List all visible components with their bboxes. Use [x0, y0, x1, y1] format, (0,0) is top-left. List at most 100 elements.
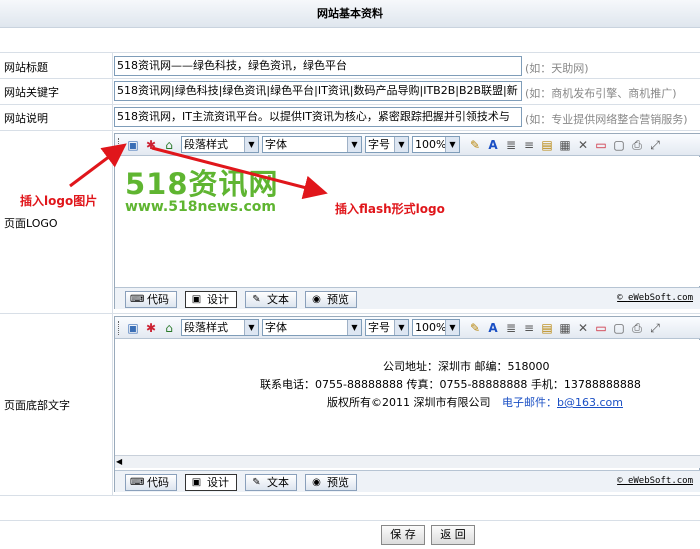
font-size-select[interactable]: 字号 ▼	[365, 319, 409, 336]
zoom-select[interactable]: 100% ▼	[412, 319, 460, 336]
logo-image-url: www.518news.com	[125, 199, 276, 215]
font-size-value: 字号	[368, 138, 390, 151]
text-mode-icon: ✎	[252, 294, 261, 305]
tools-icon[interactable]: ✕	[575, 320, 591, 336]
preview-mode-button[interactable]: ◉ 预览	[305, 291, 357, 308]
insert-flash-icon[interactable]: ✱	[143, 320, 159, 336]
edit-table-icon[interactable]: ✎	[467, 320, 483, 336]
fullscreen-icon[interactable]: ⤢	[647, 137, 663, 153]
save-button[interactable]: 保 存	[381, 525, 425, 545]
logo-editor: ▣ ✱ ⌂ 段落样式 ▼ 字体 ▼ 字号 ▼ 100% ▼ ✎ A ≣ ≡ ▤ ▦ ✕ …	[114, 133, 700, 309]
back-button[interactable]: 返 回	[431, 525, 475, 545]
insert-media-icon[interactable]: ⌂	[161, 320, 177, 336]
zoom-select[interactable]: 100% ▼	[412, 136, 460, 153]
properties-icon[interactable]: ▦	[557, 137, 573, 153]
site-title-input[interactable]: 518资讯网——绿色科技，绿色资讯，绿色平台	[114, 56, 522, 76]
scroll-left-icon[interactable]: ◀	[116, 457, 126, 467]
horizontal-rule-icon[interactable]: ▭	[593, 320, 609, 336]
footer-editor-toolbar: ▣ ✱ ⌂ 段落样式 ▼ 字体 ▼ 字号 ▼ 100% ▼ ✎ A ≣ ≡ ▤ ▦ ✕ …	[115, 317, 700, 339]
design-mode-label: 设计	[207, 476, 229, 489]
footer-editor-hscrollbar[interactable]: ◀	[115, 455, 700, 468]
chevron-down-icon: ▼	[394, 320, 408, 335]
logo-editor-toolbar: ▣ ✱ ⌂ 段落样式 ▼ 字体 ▼ 字号 ▼ 100% ▼ ✎ A ≣ ≡ ▤ ▦ ✕ …	[115, 134, 700, 156]
footer-email-link[interactable]: b@163.com	[557, 396, 623, 409]
design-mode-button[interactable]: ▣ 设计	[185, 474, 237, 491]
row-divider	[0, 520, 700, 521]
font-select[interactable]: 字体 ▼	[262, 136, 362, 153]
footer-contact-line: 联系电话：0755-88888888 传真：0755-88888888 手机：1…	[260, 378, 641, 391]
font-size-select[interactable]: 字号 ▼	[365, 136, 409, 153]
font-value: 字体	[265, 321, 287, 334]
insert-flash-icon[interactable]: ✱	[143, 137, 159, 153]
page-header: 网站基本资料	[0, 0, 700, 28]
window-icon[interactable]: ▢	[611, 320, 627, 336]
format-icon[interactable]: ≡	[521, 137, 537, 153]
tools-icon[interactable]: ✕	[575, 137, 591, 153]
code-mode-button[interactable]: ⌨ 代码	[125, 291, 177, 308]
site-keywords-input[interactable]: 518资讯网|绿色科技|绿色资讯|绿色平台|IT资讯|数码产品导购|ITB2B|…	[114, 81, 522, 101]
text-mode-button[interactable]: ✎ 文本	[245, 474, 297, 491]
chevron-down-icon: ▼	[244, 320, 258, 335]
chevron-down-icon: ▼	[347, 320, 361, 335]
footer-editor: ▣ ✱ ⌂ 段落样式 ▼ 字体 ▼ 字号 ▼ 100% ▼ ✎ A ≣ ≡ ▤ ▦ ✕ …	[114, 316, 700, 492]
logo-editor-content[interactable]: 518资讯网 www.518news.com	[115, 157, 700, 286]
text-mode-button[interactable]: ✎ 文本	[245, 291, 297, 308]
ewebsoft-link[interactable]: © eWebSoft.com	[617, 293, 693, 303]
preview-mode-button[interactable]: ◉ 预览	[305, 474, 357, 491]
code-mode-label: 代码	[147, 476, 169, 489]
design-mode-button[interactable]: ▣ 设计	[185, 291, 237, 308]
footer-text-label: 页面底部文字	[4, 399, 70, 412]
paragraph-style-value: 段落样式	[184, 138, 228, 151]
font-select[interactable]: 字体 ▼	[262, 319, 362, 336]
font-size-value: 字号	[368, 321, 390, 334]
paste-icon[interactable]: ▤	[539, 137, 555, 153]
site-keywords-label: 网站关键字	[4, 86, 59, 99]
footer-copyright-line: 版权所有©2011 深圳市有限公司 电子邮件：b@163.com	[327, 394, 623, 410]
edit-table-icon[interactable]: ✎	[467, 137, 483, 153]
site-title-label: 网站标题	[4, 61, 48, 74]
properties-icon[interactable]: ▦	[557, 320, 573, 336]
window-icon[interactable]: ▢	[611, 137, 627, 153]
paragraph-style-value: 段落样式	[184, 321, 228, 334]
zoom-value: 100%	[415, 321, 447, 334]
ewebsoft-label: eWebSoft.com	[627, 476, 693, 486]
insert-image-icon[interactable]: ▣	[125, 320, 141, 336]
globe-icon: ◉	[312, 477, 321, 488]
preview-mode-label: 预览	[327, 293, 349, 306]
fullscreen-icon[interactable]: ⤢	[647, 320, 663, 336]
column-divider	[112, 52, 113, 495]
print-icon[interactable]: ⎙	[629, 137, 645, 153]
row-divider	[0, 130, 700, 131]
globe-icon: ◉	[312, 294, 321, 305]
footer-copyright-text: 版权所有©2011 深圳市有限公司	[327, 396, 491, 409]
toolbar-grip[interactable]	[118, 138, 121, 152]
footer-email-label: 电子邮件：	[502, 396, 557, 409]
list-icon[interactable]: ≣	[503, 320, 519, 336]
design-icon: ▣	[191, 294, 202, 305]
paragraph-style-select[interactable]: 段落样式 ▼	[181, 136, 259, 153]
insert-media-icon[interactable]: ⌂	[161, 137, 177, 153]
site-description-input[interactable]: 518资讯网，IT主流资讯平台。以提供IT资讯为核心，紧密跟踪把握并引领技术与	[114, 107, 522, 127]
paste-icon[interactable]: ▤	[539, 320, 555, 336]
format-icon[interactable]: ≡	[521, 320, 537, 336]
print-icon[interactable]: ⎙	[629, 320, 645, 336]
code-icon: ⌨	[130, 294, 145, 305]
paragraph-style-select[interactable]: 段落样式 ▼	[181, 319, 259, 336]
text-mode-icon: ✎	[252, 477, 261, 488]
toolbar-grip[interactable]	[118, 321, 121, 335]
chevron-down-icon: ▼	[347, 137, 361, 152]
font-color-icon[interactable]: A	[485, 320, 501, 336]
font-color-icon[interactable]: A	[485, 137, 501, 153]
horizontal-rule-icon[interactable]: ▭	[593, 137, 609, 153]
design-mode-label: 设计	[207, 293, 229, 306]
ewebsoft-link[interactable]: © eWebSoft.com	[617, 476, 693, 486]
code-mode-label: 代码	[147, 293, 169, 306]
insert-image-icon[interactable]: ▣	[125, 137, 141, 153]
footer-editor-content[interactable]: 公司地址：深圳市 邮编：518000 联系电话：0755-88888888 传真…	[115, 340, 700, 455]
code-mode-button[interactable]: ⌨ 代码	[125, 474, 177, 491]
list-icon[interactable]: ≣	[503, 137, 519, 153]
chevron-down-icon: ▼	[244, 137, 258, 152]
preview-mode-label: 预览	[327, 476, 349, 489]
text-mode-label: 文本	[267, 293, 289, 306]
footer-address-line: 公司地址：深圳市 邮编：518000	[383, 360, 550, 373]
